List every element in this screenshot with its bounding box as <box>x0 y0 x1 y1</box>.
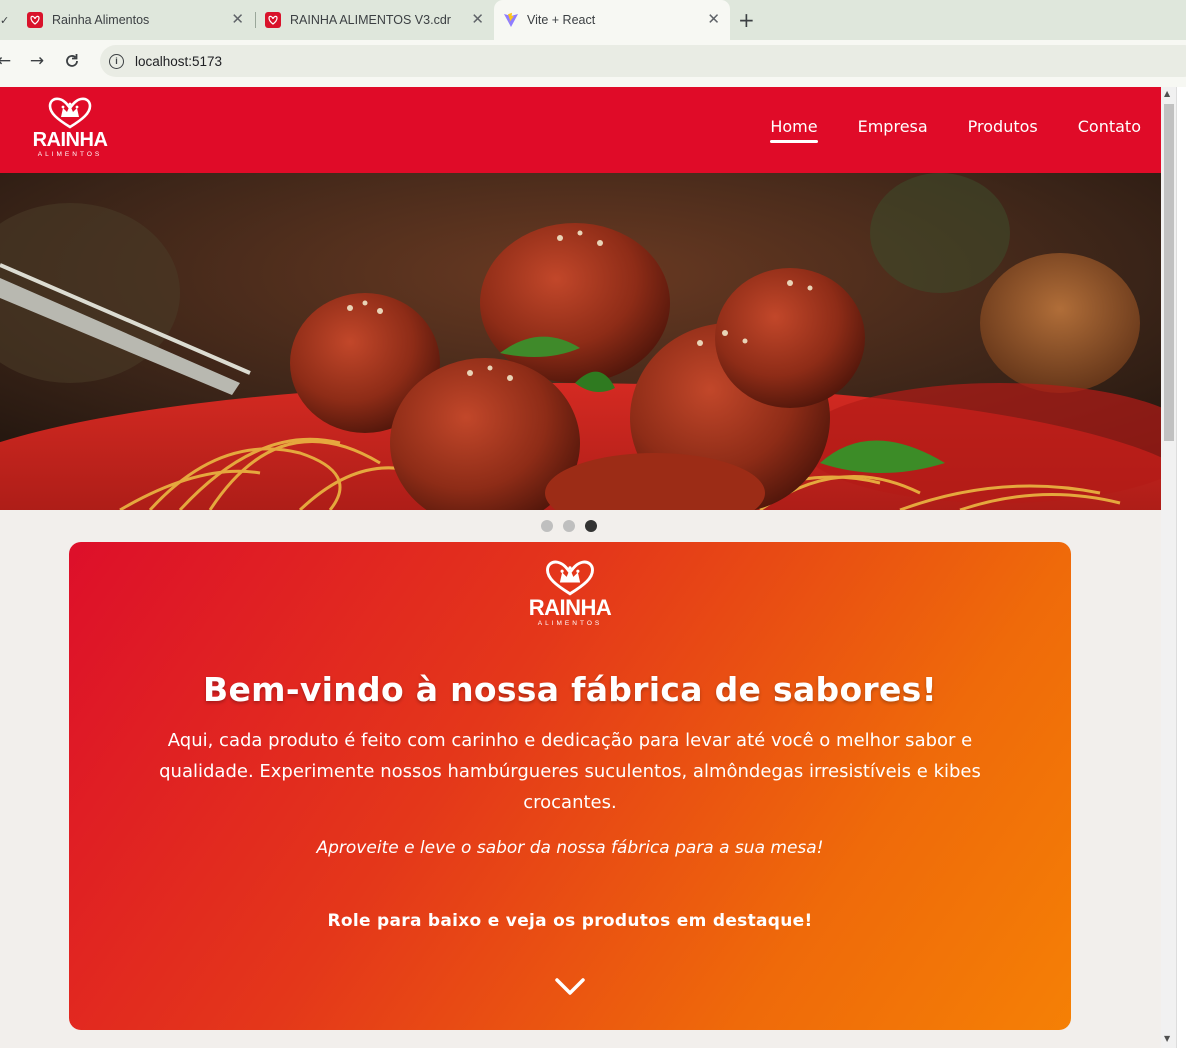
site-info-icon[interactable]: i <box>109 53 124 69</box>
address-bar[interactable]: i localhost:5173 <box>100 45 1186 77</box>
tab-overflow-icon[interactable]: ✓ <box>0 14 9 27</box>
nav-link-empresa[interactable]: Empresa <box>858 117 928 142</box>
main-nav: Home Empresa Produtos Contato <box>730 117 1141 143</box>
browser-tab-rainha-cdr[interactable]: RAINHA ALIMENTOS V3.cdr ✕ <box>256 0 494 40</box>
tab-title: Rainha Alimentos <box>52 13 150 27</box>
browser-tab-vite-react[interactable]: Vite + React ✕ <box>494 0 730 40</box>
chevron-down-icon[interactable] <box>554 976 586 998</box>
crown-heart-icon <box>546 560 594 596</box>
scroll-down-arrow-icon[interactable]: ▼ <box>1164 1034 1170 1043</box>
logo-brand: RAINHA <box>528 595 612 620</box>
plus-icon[interactable]: + <box>738 10 755 30</box>
browser-toolbar: ← → i localhost:5173 <box>0 40 1186 82</box>
carousel-indicators <box>541 520 597 532</box>
close-icon[interactable]: ✕ <box>707 12 720 28</box>
site-header: RAINHA ALIMENTOS Home Empresa Produtos C… <box>0 87 1161 173</box>
site-logo[interactable]: RAINHA ALIMENTOS <box>33 97 108 159</box>
hero-carousel-image[interactable] <box>0 173 1161 510</box>
close-icon[interactable]: ✕ <box>471 12 484 28</box>
nav-link-contato[interactable]: Contato <box>1078 117 1141 142</box>
meatballs-pasta-photo <box>0 173 1161 510</box>
nav-link-produtos[interactable]: Produtos <box>968 117 1038 142</box>
browser-tab-rainha-alimentos[interactable]: Rainha Alimentos ✕ <box>18 0 254 40</box>
nav-link-home[interactable]: Home <box>770 117 818 143</box>
reload-icon[interactable] <box>62 51 82 71</box>
welcome-description: Aqui, cada produto é feito com carinho e… <box>159 730 981 813</box>
carousel-dot-3[interactable] <box>585 520 597 532</box>
vite-favicon-icon <box>503 12 519 28</box>
tab-title: Vite + React <box>527 13 596 27</box>
close-icon[interactable]: ✕ <box>231 12 244 28</box>
rainha-favicon-icon <box>27 12 43 28</box>
carousel-dot-1[interactable] <box>541 520 553 532</box>
browser-tab-strip: ✓ Rainha Alimentos ✕ RAINHA ALIMENTOS V3… <box>0 0 1186 40</box>
arrow-left-icon[interactable]: ← <box>0 51 14 71</box>
page-viewport: RAINHA ALIMENTOS Home Empresa Produtos C… <box>0 87 1161 1048</box>
logo-brand: RAINHA <box>32 129 108 151</box>
tab-title: RAINHA ALIMENTOS V3.cdr <box>290 13 451 27</box>
url-text: localhost:5173 <box>135 53 223 69</box>
welcome-tagline: Aproveite e leve o sabor da nossa fábric… <box>316 838 824 858</box>
crown-heart-icon <box>48 97 92 129</box>
welcome-title: Bem-vindo à nossa fábrica de sabores! <box>203 670 937 709</box>
arrow-right-icon[interactable]: → <box>27 51 47 71</box>
scroll-cta-text: Role para baixo e veja os produtos em de… <box>327 911 813 931</box>
rainha-favicon-icon <box>265 12 281 28</box>
carousel-dot-2[interactable] <box>563 520 575 532</box>
logo-subtitle: ALIMENTOS <box>37 151 103 158</box>
side-panel-edge <box>1176 87 1186 1048</box>
scrollbar-thumb[interactable] <box>1164 104 1174 441</box>
welcome-card: RAINHA ALIMENTOS Bem-vindo à nossa fábri… <box>69 542 1071 1030</box>
scroll-up-arrow-icon[interactable]: ▲ <box>1164 89 1170 98</box>
logo-subtitle: ALIMENTOS <box>537 620 603 627</box>
card-logo: RAINHA ALIMENTOS <box>529 560 612 628</box>
